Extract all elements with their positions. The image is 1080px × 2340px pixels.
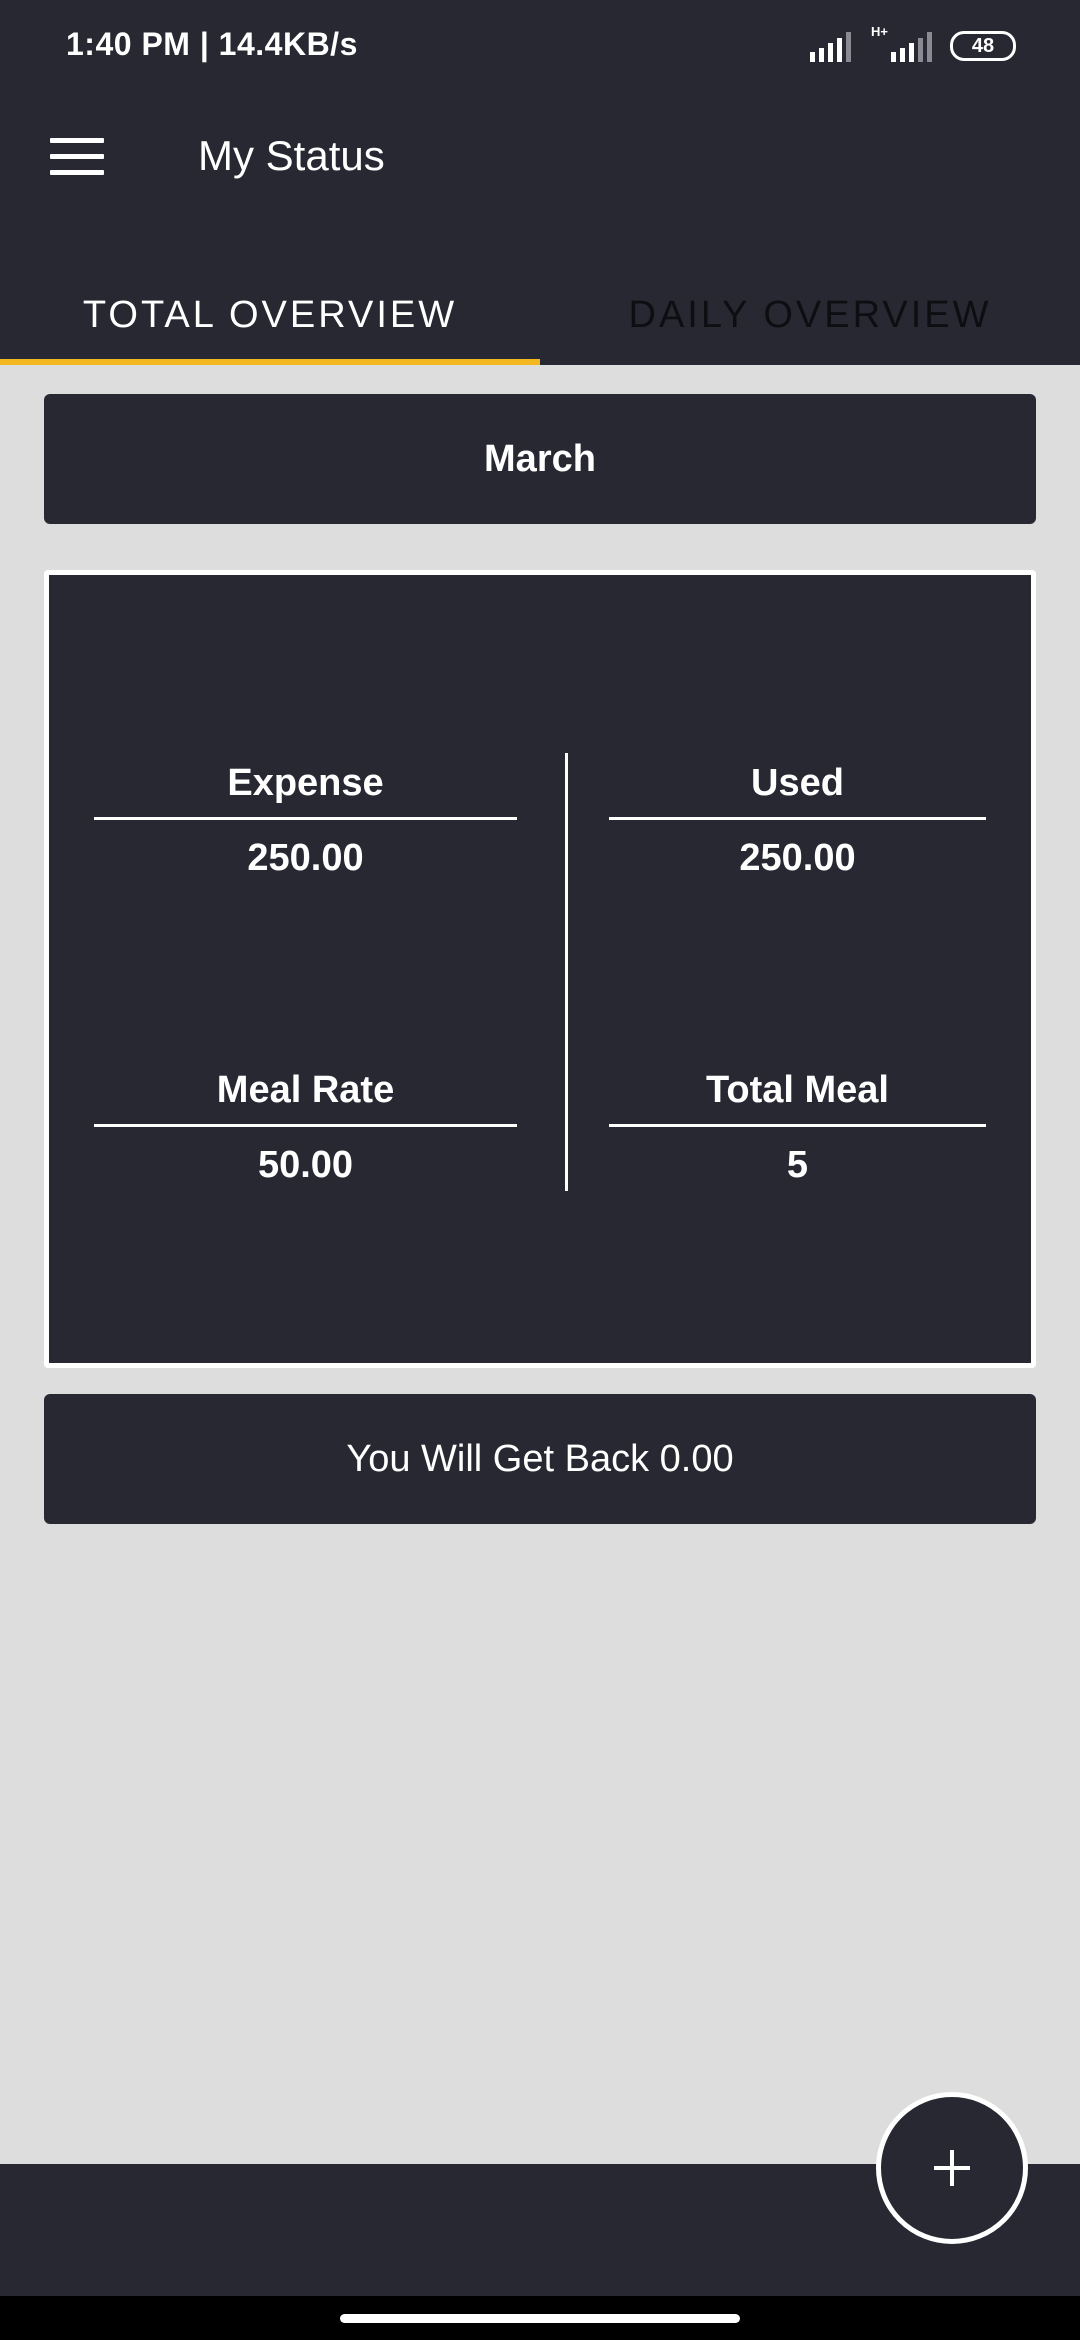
stat-expense: Expense 250.00 — [94, 755, 517, 886]
stat-total-meal: Total Meal 5 — [609, 1062, 986, 1193]
stats-card: Expense 250.00 Used 250.00 Meal Rate 50.… — [44, 570, 1036, 1368]
network-type-label: H+ — [871, 24, 888, 39]
page-title: My Status — [198, 132, 385, 179]
refund-text: You Will Get Back 0.00 — [346, 1437, 734, 1480]
signal-icon — [810, 30, 851, 62]
month-selector[interactable]: March — [44, 394, 1036, 524]
app-bar: My Status — [0, 100, 1080, 265]
meal-rate-value: 50.00 — [257, 1144, 354, 1186]
home-indicator[interactable] — [340, 2314, 740, 2323]
tab-label: TOTAL OVERVIEW — [82, 293, 458, 336]
app-root: 1:40 PM | 14.4KB/s H+ 48 My Status TOTAL… — [0, 0, 1080, 2340]
status-icons: H+ 48 — [810, 24, 1016, 62]
tab-label: DAILY OVERVIEW — [628, 293, 992, 336]
stat-used: Used 250.00 — [609, 755, 986, 886]
status-bar: 1:40 PM | 14.4KB/s H+ 48 — [0, 0, 1080, 100]
total-meal-label: Total Meal — [609, 1062, 986, 1127]
expense-label: Expense — [94, 755, 517, 820]
expense-value: 250.00 — [247, 837, 364, 879]
add-button[interactable] — [876, 2092, 1028, 2244]
stat-meal-rate: Meal Rate 50.00 — [94, 1062, 517, 1193]
tab-bar: TOTAL OVERVIEW DAILY OVERVIEW — [0, 265, 1080, 365]
menu-icon[interactable] — [50, 138, 104, 178]
tab-total-overview[interactable]: TOTAL OVERVIEW — [0, 265, 540, 365]
status-time: 1:40 PM | 14.4KB/s — [66, 26, 358, 62]
used-value: 250.00 — [739, 837, 856, 879]
meal-rate-label: Meal Rate — [94, 1062, 517, 1127]
refund-summary: You Will Get Back 0.00 — [44, 1394, 1036, 1524]
total-meal-value: 5 — [786, 1144, 809, 1186]
tab-daily-overview[interactable]: DAILY OVERVIEW — [540, 265, 1080, 365]
battery-level: 48 — [971, 34, 995, 57]
signal-icon-2: H+ — [869, 24, 932, 62]
tab-indicator — [0, 359, 540, 365]
battery-icon: 48 — [950, 31, 1016, 61]
system-nav-bar — [0, 2296, 1080, 2340]
month-label: March — [484, 437, 596, 480]
vertical-divider — [565, 753, 568, 1191]
used-label: Used — [609, 755, 986, 820]
